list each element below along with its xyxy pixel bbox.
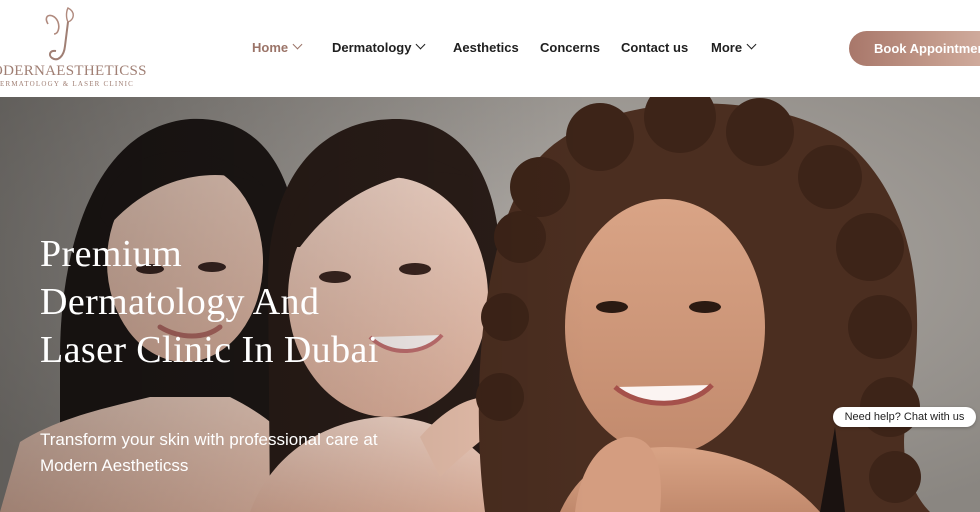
hero-heading-line: Premium [40,233,183,275]
chevron-down-icon [416,39,426,50]
brand-name: ODERNAESTHETICSS [0,63,147,79]
brand-logo[interactable]: ODERNAESTHETICSS ERMATOLOGY & LASER CLIN… [0,6,150,90]
hero-banner: Premium Dermatology And Laser Clinic In … [0,97,980,512]
chevron-down-icon [746,39,757,50]
chevron-down-icon [292,39,303,50]
nav-item-home[interactable]: Home [252,39,303,55]
nav-item-label: Contact us [621,40,689,55]
logo-monogram-icon [45,7,74,61]
nav-item-label: Dermatology [332,40,412,55]
nav-item-concerns[interactable]: Concerns [540,40,600,55]
nav-item-aesthetics[interactable]: Aesthetics [453,40,519,55]
nav-item-label: Home [252,40,289,55]
book-appointment-button[interactable]: Book Appointment [849,31,980,66]
nav-item-dermatology[interactable]: Dermatology [332,39,426,55]
hero-heading-line: Laser Clinic In Dubai [40,329,379,371]
nav-item-more[interactable]: More [711,39,757,55]
hero-subtitle-line: Modern Aestheticss [40,456,189,475]
nav-item-contact-us[interactable]: Contact us [621,40,688,55]
hero-subtitle: Transform your skin with professional ca… [40,427,460,479]
hero-heading-line: Dermatology And [40,281,320,323]
nav-item-label: Aesthetics [453,40,519,55]
site-header: ODERNAESTHETICSS ERMATOLOGY & LASER CLIN… [0,0,980,97]
hero-heading: Premium Dermatology And Laser Clinic In … [40,230,460,374]
nav-item-label: More [711,40,743,55]
brand-tagline: ERMATOLOGY & LASER CLINIC [0,80,135,88]
nav-item-label: Concerns [540,40,600,55]
hero-subtitle-line: Transform your skin with professional ca… [40,430,378,449]
chat-help-button[interactable]: Need help? Chat with us [833,407,976,427]
